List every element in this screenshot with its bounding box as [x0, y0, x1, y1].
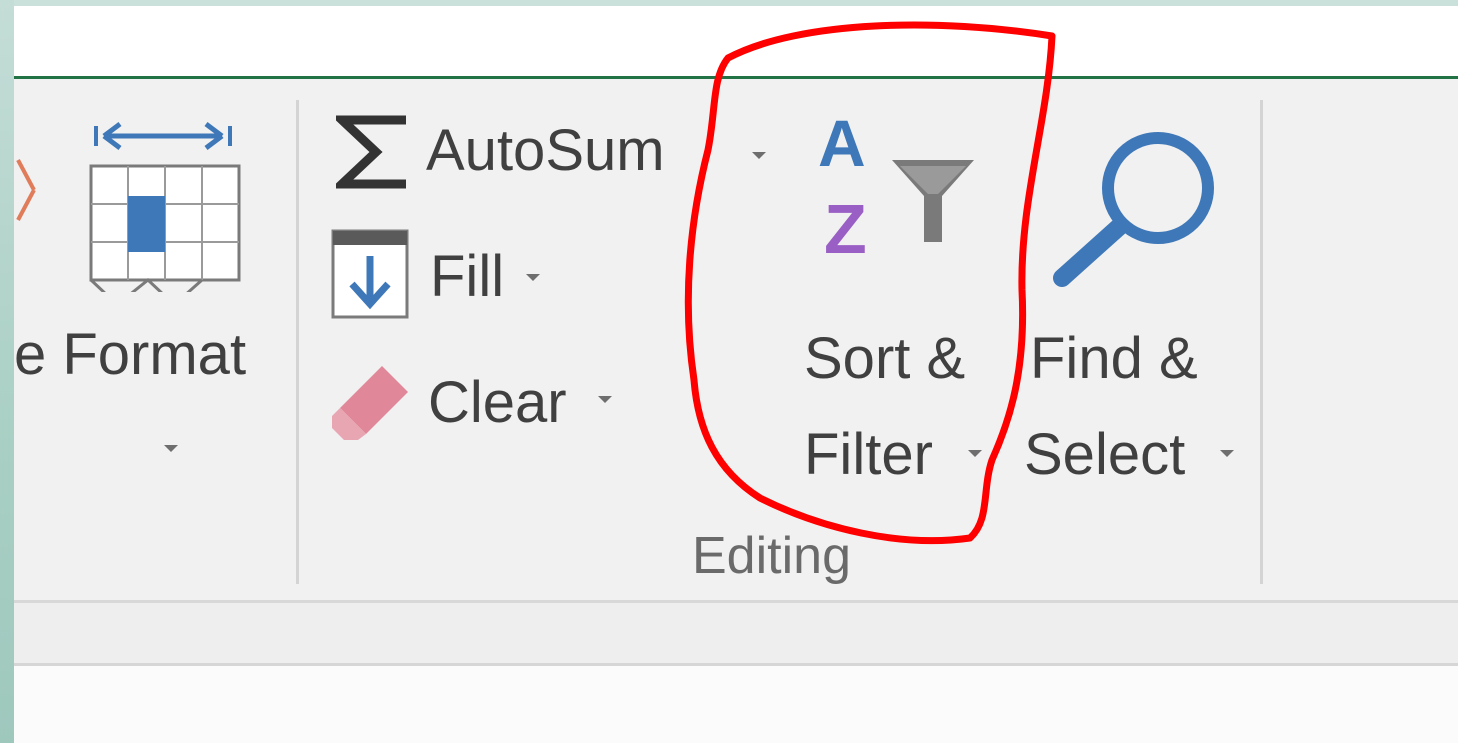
find-select-label-line1: Find & [1030, 326, 1198, 391]
fill-down-icon [331, 229, 409, 319]
worksheet-area [14, 666, 1458, 743]
format-button-label: e Format [14, 322, 247, 387]
sort-letter-a: A [818, 106, 866, 180]
clear-label: Clear [428, 370, 567, 435]
autosum-label: AutoSum [426, 118, 665, 183]
find-select-button[interactable]: Find & Select [1020, 108, 1250, 488]
find-select-dropdown-caret [1220, 450, 1234, 457]
clear-dropdown-caret[interactable] [598, 396, 612, 403]
formula-bar-area [14, 603, 1458, 666]
sort-letter-z: Z [824, 190, 867, 268]
sort-filter-button[interactable]: A Z Sort & Filter [800, 108, 1020, 488]
find-select-label-line2: Select [1024, 422, 1186, 487]
format-cells-icon [89, 122, 241, 292]
eraser-icon [332, 366, 408, 440]
autosum-button[interactable]: AutoSum [330, 108, 780, 192]
window-left-edge [0, 0, 14, 743]
clear-button[interactable]: Clear [330, 352, 630, 448]
editing-group-label: Editing [692, 527, 851, 585]
format-dropdown-caret [164, 445, 178, 452]
magnifier-icon [1053, 132, 1214, 287]
group-separator-right [1260, 100, 1263, 584]
sort-filter-label-line2: Filter [804, 422, 933, 487]
sort-filter-label-line1: Sort & [804, 326, 966, 391]
fill-button[interactable]: Fill [330, 226, 560, 322]
sort-filter-icon: A Z [818, 108, 988, 278]
tab-bar-area [14, 6, 1458, 78]
group-separator [296, 100, 299, 584]
sort-filter-dropdown-caret [968, 450, 982, 457]
fill-label: Fill [430, 244, 505, 309]
autosum-dropdown-caret[interactable] [752, 152, 766, 159]
sigma-icon [336, 115, 406, 189]
fill-dropdown-caret[interactable] [526, 274, 540, 281]
filter-funnel-icon [892, 160, 974, 242]
format-button[interactable]: e Format [14, 100, 284, 480]
